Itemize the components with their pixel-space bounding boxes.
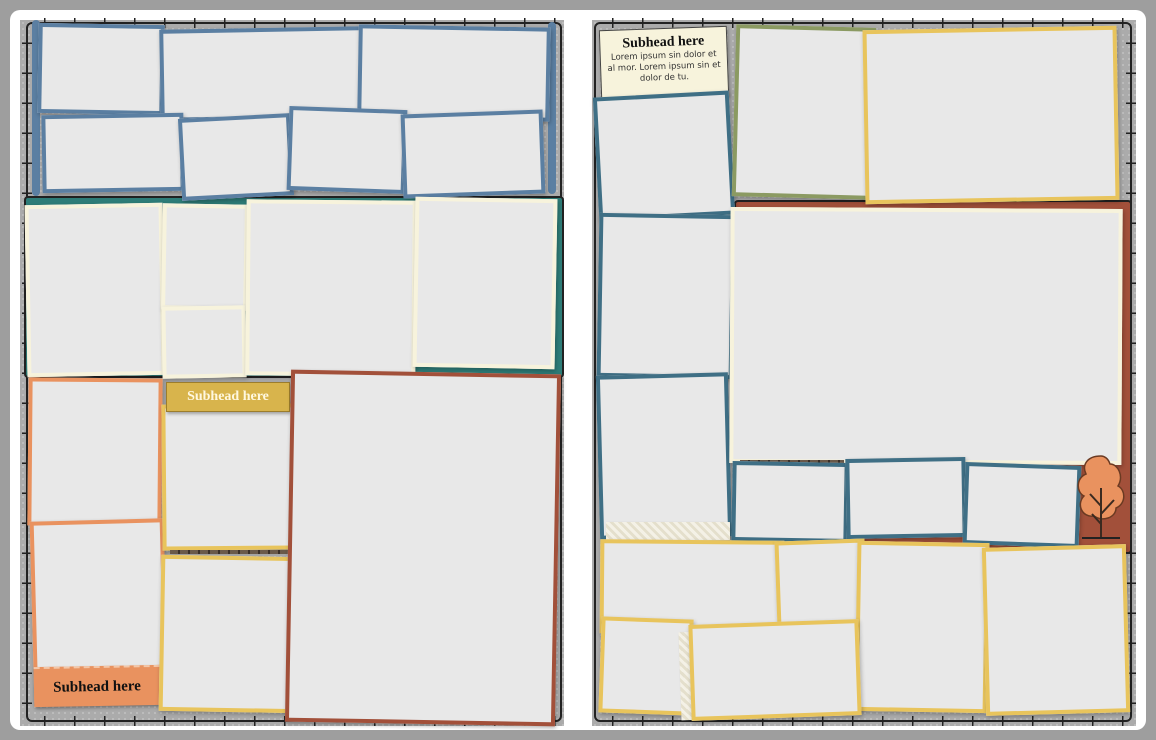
photo-slot[interactable] bbox=[962, 462, 1082, 548]
photo-slot[interactable] bbox=[595, 372, 733, 540]
subhead-text: Subhead here bbox=[53, 677, 141, 696]
photo-slot[interactable] bbox=[862, 25, 1120, 205]
photo-slot[interactable] bbox=[37, 22, 165, 116]
photo-slot[interactable] bbox=[774, 538, 868, 630]
photo-slot[interactable] bbox=[400, 109, 546, 199]
tree-icon bbox=[1077, 455, 1125, 539]
subhead-text-card: Subhead here Lorem ipsum sin dolor et al… bbox=[598, 25, 730, 101]
subhead-text: Subhead here bbox=[187, 389, 269, 404]
text-card-body: Lorem ipsum sin dolor et al mor. Lorem i… bbox=[607, 49, 721, 84]
photo-slot[interactable] bbox=[729, 206, 1123, 466]
orange-subhead-label: Subhead here bbox=[33, 664, 161, 708]
photo-slot[interactable] bbox=[27, 377, 163, 527]
photo-slot[interactable] bbox=[284, 369, 562, 727]
photo-slot[interactable] bbox=[592, 90, 736, 222]
stitched-paper-strip bbox=[606, 522, 730, 540]
scrapbook-spread: Subhead here Subhead here Subhead here L… bbox=[10, 10, 1146, 730]
photo-slot[interactable] bbox=[731, 460, 849, 544]
photo-slot[interactable] bbox=[158, 554, 302, 714]
photo-slot[interactable] bbox=[245, 199, 417, 377]
photo-slot[interactable] bbox=[854, 540, 990, 714]
photo-slot[interactable] bbox=[177, 113, 295, 201]
twig-border bbox=[170, 550, 300, 554]
photo-slot[interactable] bbox=[286, 105, 408, 195]
photo-slot[interactable] bbox=[161, 203, 249, 311]
photo-slot[interactable] bbox=[41, 112, 185, 194]
photo-slot[interactable] bbox=[161, 403, 297, 551]
photo-slot[interactable] bbox=[981, 544, 1131, 716]
yellow-subhead-label: Subhead here bbox=[166, 382, 290, 412]
photo-slot[interactable] bbox=[596, 212, 736, 380]
right-bottom-ticks bbox=[594, 716, 1132, 726]
photo-slot[interactable] bbox=[161, 305, 247, 379]
photo-slot[interactable] bbox=[357, 24, 551, 122]
photo-slot[interactable] bbox=[845, 456, 967, 540]
photo-slot[interactable] bbox=[731, 24, 877, 200]
photo-slot[interactable] bbox=[688, 619, 862, 721]
photo-slot[interactable] bbox=[24, 202, 166, 378]
photo-slot[interactable] bbox=[412, 196, 558, 370]
